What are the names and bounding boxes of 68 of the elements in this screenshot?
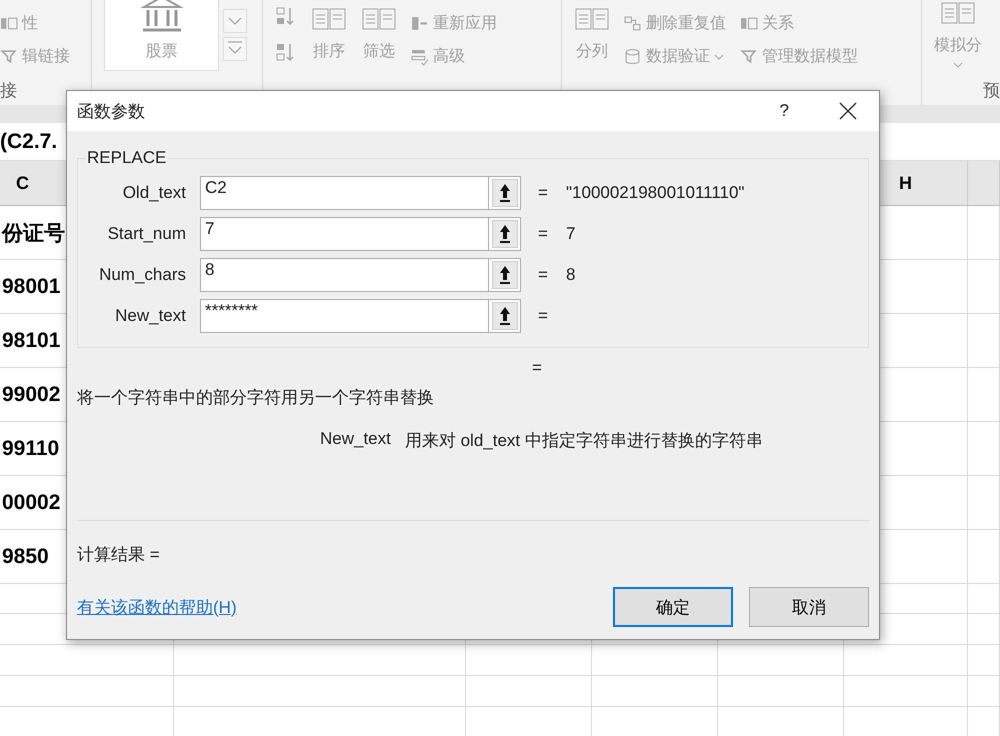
collapse-button[interactable] [489,258,521,292]
collapse-button[interactable] [489,216,521,250]
caret-icon [953,62,963,68]
function-name: REPLACE [86,148,168,168]
group-label: 预 [983,80,1000,102]
table-cell [968,314,1000,368]
table-cell [968,645,1000,676]
table-cell [968,368,1000,422]
cancel-button[interactable]: 取消 [749,587,869,627]
input-field[interactable]: ******** [200,298,489,332]
argument-label: Old_text [122,182,186,202]
ribbon-button[interactable]: 高级 [433,46,465,67]
tool-icon [624,14,642,32]
equals-sign: = [538,264,549,284]
ribbon-button[interactable]: 重新应用 [433,13,497,34]
table-cell [968,260,1000,314]
equals-sign: = [538,182,549,202]
table-cell [968,584,1000,614]
collapse-button[interactable] [489,298,521,332]
tool-icon [624,48,642,66]
data-type-gallery[interactable]: 股票 [104,0,219,71]
upload-icon [492,178,518,206]
caret-icon [714,54,724,60]
argument-result: "100002198001011110" [566,182,744,202]
table-cell [968,530,1000,584]
ribbon-button[interactable]: 数据验证 [646,46,710,67]
tool-icon [740,48,758,66]
collapse-button[interactable] [489,176,521,210]
equals-sign: = [532,358,543,378]
table-cell [968,614,1000,645]
table-cell [968,206,1000,260]
upload-icon [492,220,518,248]
argument-result: 7 [566,224,576,244]
tool-icon [411,48,429,66]
expand-icon[interactable] [223,37,247,61]
upload-icon [492,302,518,330]
ribbon-button[interactable]: 关系 [762,13,794,34]
equals-sign: = [538,224,549,244]
table-cell [968,676,1000,707]
argument-result: 8 [566,264,576,284]
help-link[interactable]: 有关该函数的帮助(H) [77,596,597,618]
input-field[interactable]: 8 [200,258,489,292]
upload-icon [492,260,518,288]
ribbon-button[interactable]: 辑链接 [22,46,70,67]
group-label: 接 [0,80,18,102]
tool-icon [740,14,758,32]
argument-description: 用来对 old_text 中指定字符串进行替换的字符串 [404,430,763,452]
ribbon-button[interactable]: 管理数据模型 [762,46,858,67]
equals-sign: = [538,306,549,326]
table-cell [968,476,1000,530]
tool-icon [0,14,18,32]
tool-icon [0,48,18,66]
ribbon-button[interactable]: 筛选 [363,40,395,62]
tool-icon [411,14,429,32]
argument-name: New_text [320,429,391,450]
ribbon-button[interactable]: 排序 [313,40,345,62]
ok-button[interactable]: 确定 [613,587,733,627]
ribbon-button[interactable]: 分列 [576,40,608,62]
ribbon-button[interactable]: 删除重复值 [646,13,726,34]
table-cell [968,422,1000,476]
ribbon-button[interactable]: 模拟分 [934,34,982,56]
input-field[interactable]: C2 [200,176,489,210]
close-icon[interactable] [839,102,857,120]
result-label: 计算结果 = [77,544,161,566]
ribbon-button[interactable]: 性 [22,13,38,34]
help-button[interactable]: ? [780,101,789,121]
input-field[interactable]: 7 [200,216,489,250]
window-title: 函数参数 [77,100,146,122]
